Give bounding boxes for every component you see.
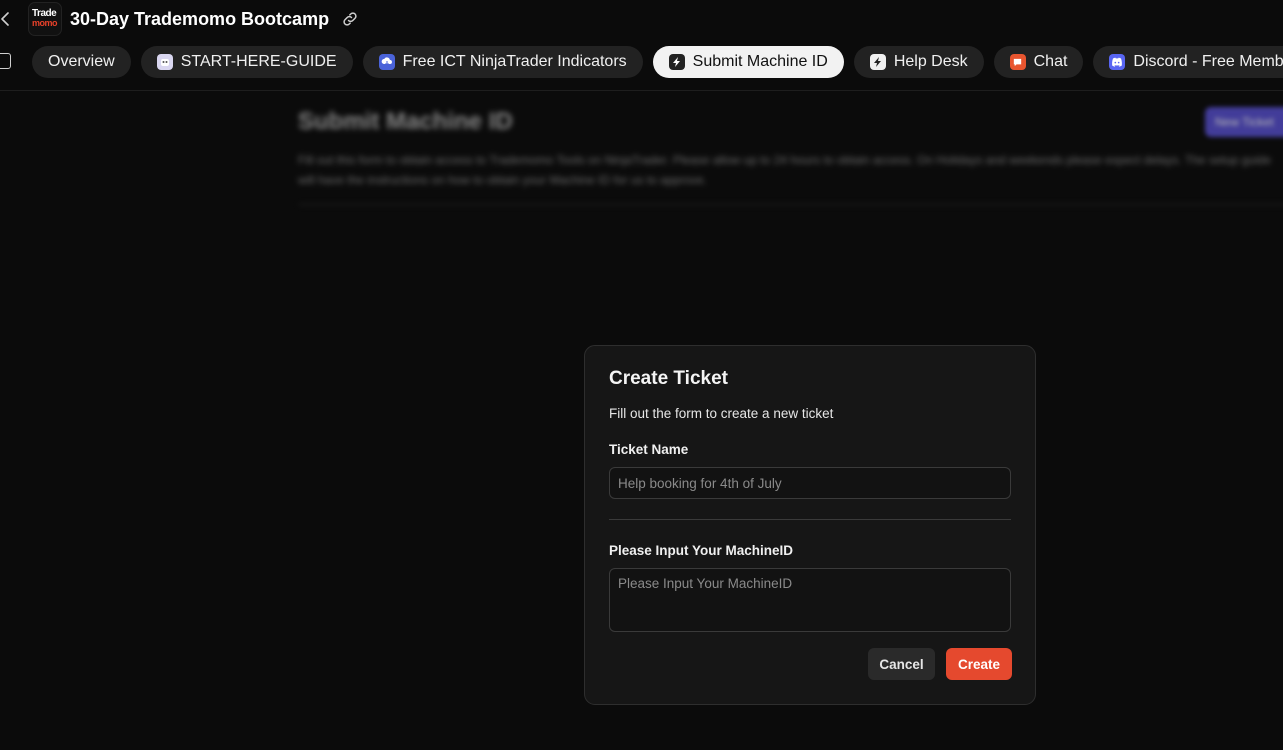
tabs-list: Overview START-HERE-GUIDE Free ICT Ninja… [32,46,1283,78]
robot-face-icon [156,54,173,70]
modal-title: Create Ticket [609,368,728,389]
page-description: Fill out this form to obtain access to T… [298,153,1271,187]
tab-help-desk[interactable]: Help Desk [853,46,984,78]
machine-id-textarea[interactable] [609,568,1011,632]
page-divider [298,204,1283,205]
cancel-button[interactable]: Cancel [868,648,935,680]
ticket-name-label: Ticket Name [609,442,689,457]
tab-label: Chat [1033,53,1068,70]
tab-label: Help Desk [893,53,968,70]
create-button[interactable]: Create [946,648,1012,680]
tab-start-here-guide[interactable]: START-HERE-GUIDE [140,46,353,78]
tab-label: Discord - Free Members [1133,53,1283,70]
tab-chat[interactable]: Chat [993,46,1084,78]
ticket-name-input[interactable] [609,467,1011,499]
back-chevron-icon[interactable] [0,12,10,26]
tab-discord-free-members[interactable]: Discord - Free Members [1093,46,1283,78]
cloud-download-icon [378,54,395,70]
page-title: Submit Machine ID [298,108,513,135]
tab-label: Free ICT NinjaTrader Indicators [402,53,627,70]
tab-bar: Overview START-HERE-GUIDE Free ICT Ninja… [0,46,1283,78]
app-header: Trade momo 30-Day Trademomo Bootcamp [0,0,1283,38]
tab-overview[interactable]: Overview [32,46,131,78]
machine-id-label: Please Input Your MachineID [609,543,794,558]
new-ticket-button: New Ticket [1205,107,1283,137]
bolt-icon [869,54,886,70]
app-title: 30-Day Trademomo Bootcamp [70,8,330,29]
tab-submit-machine-id[interactable]: Submit Machine ID [652,46,844,78]
app-logo: Trade momo [28,2,62,36]
create-ticket-modal: Create Ticket Fill out the form to creat… [584,345,1036,705]
tab-label: Overview [48,53,115,70]
bolt-icon [668,54,685,70]
modal-divider [609,519,1011,520]
header-divider [0,90,1283,91]
sidebar-toggle-icon[interactable] [0,53,11,69]
tab-label: Submit Machine ID [692,53,828,70]
tab-free-ict-ninjatrader-indicators[interactable]: Free ICT NinjaTrader Indicators [362,46,643,78]
discord-icon [1109,54,1126,70]
chat-bubble-icon [1009,54,1026,70]
modal-subtitle: Fill out the form to create a new ticket [609,406,834,421]
link-icon[interactable] [341,10,359,28]
tab-label: START-HERE-GUIDE [180,53,337,70]
logo-text-bottom: momo [32,18,58,28]
background-page: Submit Machine ID Fill out this form to … [298,108,1283,205]
